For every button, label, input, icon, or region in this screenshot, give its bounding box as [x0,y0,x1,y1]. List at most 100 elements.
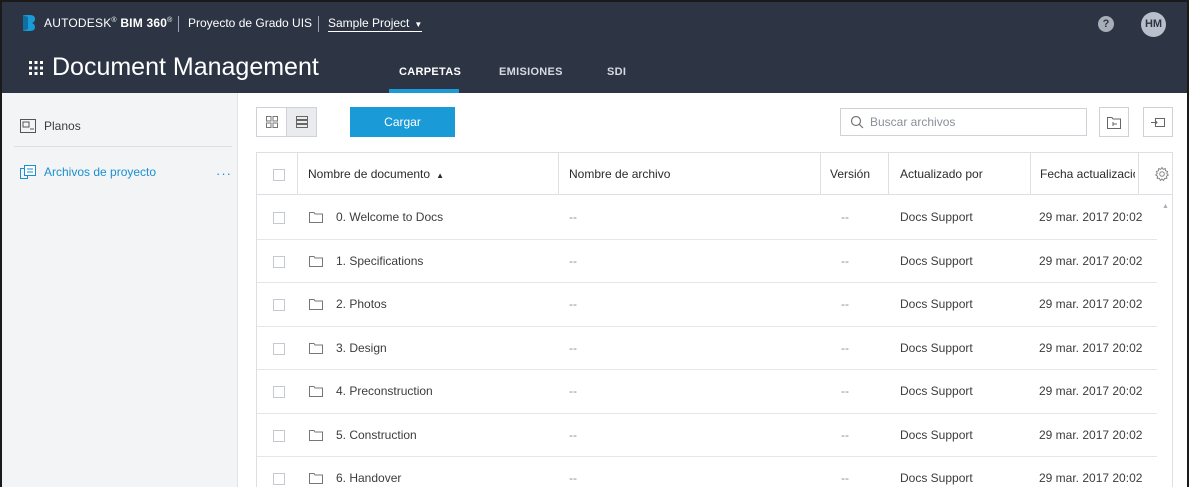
updated-by: Docs Support [900,384,973,398]
search-box [840,108,1087,136]
column-separator [558,153,559,195]
search-input[interactable] [870,113,1080,131]
bim360-logo-icon[interactable] [22,14,36,32]
table-row[interactable]: 0. Welcome to Docs -- -- Docs Support 29… [257,196,1157,240]
user-avatar[interactable]: HM [1141,12,1166,37]
app-window: AUTODESK® BIM 360® Proyecto de Grado UIS… [0,0,1189,487]
sidebar: Planos Archivos de proyecto ··· [2,93,238,487]
scrollbar-up-arrow-icon[interactable]: ▲ [1162,203,1169,210]
column-header-updated-date[interactable]: Fecha actualización [1040,153,1135,195]
more-options-icon[interactable]: ··· [216,166,232,181]
sheets-icon [20,119,36,133]
upload-button[interactable]: Cargar [350,107,455,137]
column-settings-gear-icon[interactable] [1154,166,1170,182]
help-icon[interactable]: ? [1098,16,1114,32]
folder-icon [309,342,323,354]
version: -- [841,471,849,485]
row-checkbox[interactable] [273,429,285,442]
version: -- [841,210,849,224]
grid-view-icon [265,116,278,128]
updated-by: Docs Support [900,297,973,311]
brand-mark: ® [111,17,117,24]
select-all-checkbox[interactable] [273,169,285,181]
header: AUTODESK® BIM 360® Proyecto de Grado UIS… [2,2,1187,93]
brand-mark-2: ® [167,17,173,24]
sidebar-item-planos[interactable]: Planos [20,119,81,133]
version: -- [841,297,849,311]
row-checkbox[interactable] [273,255,285,268]
sidebar-item-archivos-de-proyecto[interactable]: Archivos de proyecto [20,165,156,179]
tab-sdi[interactable]: SDI [607,66,626,78]
search-icon [850,115,864,129]
project-group-label: Proyecto de Grado UIS [188,16,313,30]
table-row[interactable]: 4. Preconstruction -- -- Docs Support 29… [257,370,1157,414]
project-selector-label: Sample Project [328,16,410,30]
sidebar-divider [14,146,232,147]
document-name[interactable]: 0. Welcome to Docs [336,196,443,239]
folder-icon [309,255,323,267]
document-name[interactable]: 1. Specifications [336,240,423,283]
sidebar-item-label: Archivos de proyecto [44,165,157,179]
updated-date: 29 mar. 2017 20:02 [1039,427,1143,442]
folder-icon [309,429,323,441]
project-selector[interactable]: Sample Project ▼ [328,16,423,32]
new-folder-button[interactable] [1099,107,1129,137]
table-row[interactable]: 6. Handover -- -- Docs Support 29 mar. 2… [257,457,1157,487]
column-separator [1138,153,1139,195]
column-header-file-name[interactable]: Nombre de archivo [569,153,819,195]
document-name[interactable]: 3. Design [336,327,387,370]
updated-by: Docs Support [900,471,973,485]
column-separator [1030,153,1031,195]
table-row[interactable]: 3. Design -- -- Docs Support 29 mar. 201… [257,327,1157,370]
active-tab-indicator [389,89,459,93]
column-header-document-name[interactable]: Nombre de documento ▲ [308,153,558,195]
row-checkbox[interactable] [273,342,285,355]
column-separator [297,153,298,195]
grid-view-button[interactable] [256,107,287,137]
table-row[interactable]: 2. Photos -- -- Docs Support 29 mar. 201… [257,283,1157,327]
updated-date: 29 mar. 2017 20:02 [1039,253,1143,268]
folder-icon [309,212,323,223]
document-name[interactable]: 4. Preconstruction [336,370,433,413]
table-header: Nombre de documento ▲ Nombre de archivo V… [257,153,1172,195]
version: -- [841,253,849,268]
file-name: -- [569,297,577,311]
updated-date: 29 mar. 2017 20:02 [1039,340,1143,355]
tab-carpetas[interactable]: CARPETAS [399,66,461,78]
table-row[interactable]: 1. Specifications -- -- Docs Support 29 … [257,240,1157,283]
column-header-version[interactable]: Versión [830,153,890,195]
column-header-updated-by[interactable]: Actualizado por [900,153,1025,195]
row-checkbox[interactable] [273,473,285,485]
app-switcher-icon[interactable] [29,61,43,75]
file-name: -- [569,340,577,355]
list-view-icon [295,116,308,128]
file-name: -- [569,427,577,442]
updated-date: 29 mar. 2017 20:02 [1039,210,1143,224]
document-name[interactable]: 6. Handover [336,457,401,487]
file-name: -- [569,471,577,485]
column-separator [888,153,889,195]
sort-asc-icon: ▲ [436,171,444,180]
tab-emisiones[interactable]: EMISIONES [499,66,563,78]
file-name: -- [569,384,577,398]
row-checkbox[interactable] [273,212,285,224]
project-files-icon [20,165,36,179]
row-checkbox[interactable] [273,299,285,311]
document-name[interactable]: 5. Construction [336,414,417,457]
brand-product: BIM 360 [120,16,168,30]
folder-icon [309,473,323,484]
export-icon [1151,117,1165,127]
updated-by: Docs Support [900,340,973,355]
updated-date: 29 mar. 2017 20:02 [1039,297,1143,311]
row-checkbox[interactable] [273,386,285,398]
app-title: Document Management [52,53,319,81]
document-name[interactable]: 2. Photos [336,283,387,326]
brand-prefix: AUTODESK [44,16,112,30]
list-view-button[interactable] [286,107,317,137]
updated-by: Docs Support [900,427,973,442]
updated-by: Docs Support [900,253,973,268]
top-bar: AUTODESK® BIM 360® Proyecto de Grado UIS… [2,2,1187,46]
table-row[interactable]: 5. Construction -- -- Docs Support 29 ma… [257,414,1157,457]
caret-down-icon: ▼ [414,20,423,29]
export-button[interactable] [1143,107,1173,137]
